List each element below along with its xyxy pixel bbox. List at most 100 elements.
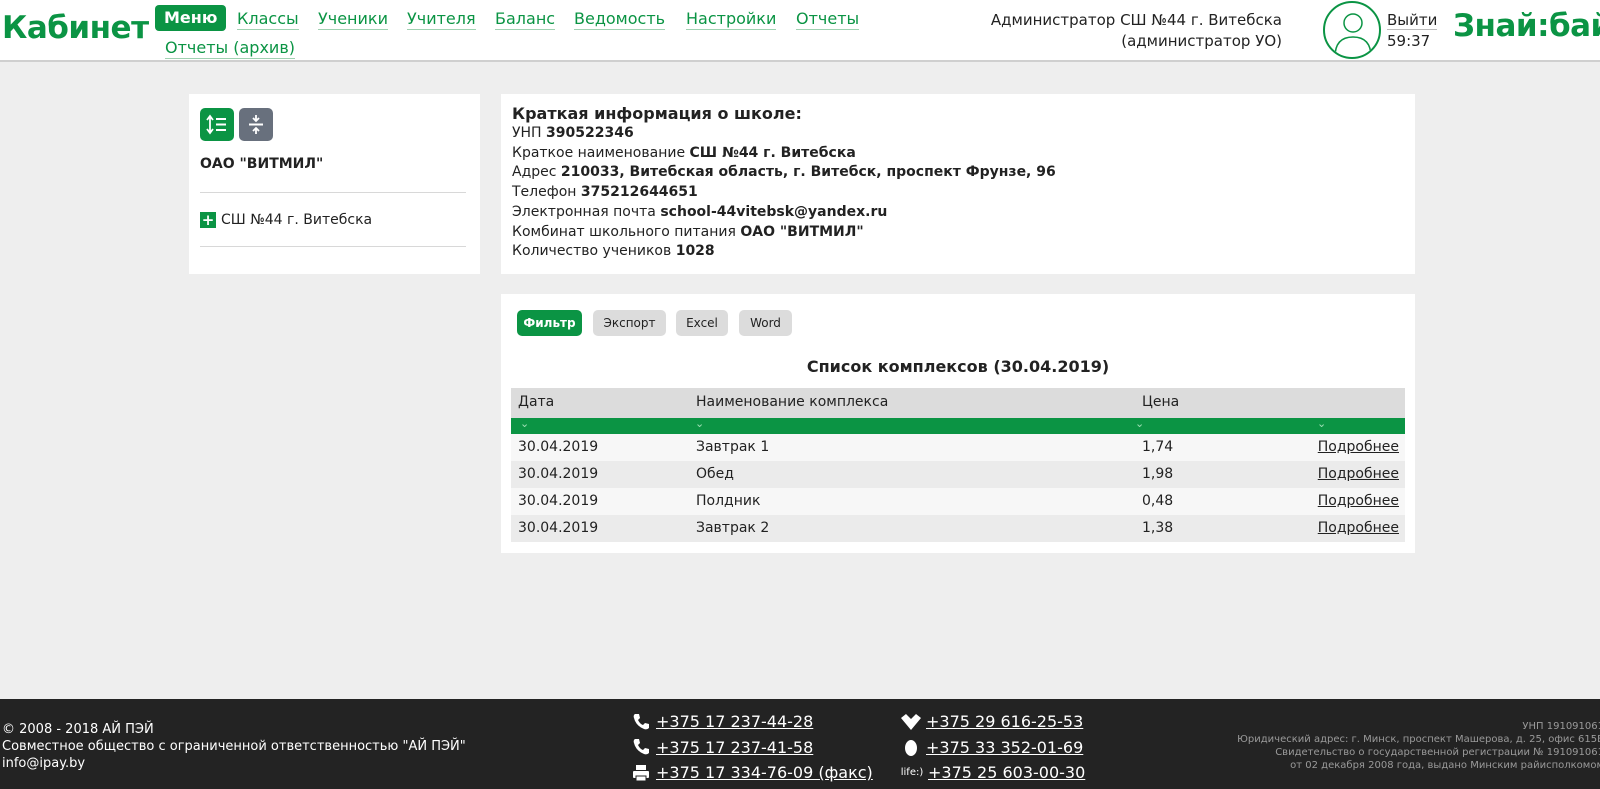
phone-icon bbox=[628, 737, 654, 757]
collapse-all-button[interactable] bbox=[239, 108, 273, 141]
footer-legal: УНП 191091061 Юридический адрес: г. Минс… bbox=[1237, 720, 1600, 772]
nav-students[interactable]: Ученики bbox=[318, 9, 388, 30]
legal-line: Юридический адрес: г. Минск, проспект Ма… bbox=[1237, 734, 1600, 745]
complex-list-panel: Фильтр Экспорт Excel Word Список комплек… bbox=[501, 294, 1415, 553]
legal-line: УНП 191091061 bbox=[1522, 721, 1600, 732]
nav-balance[interactable]: Баланс bbox=[495, 9, 556, 30]
brand-title: Кабинет bbox=[2, 10, 149, 46]
tree-root-label[interactable]: ОАО "ВИТМИЛ" bbox=[200, 156, 323, 172]
nav-menu[interactable]: Меню bbox=[155, 5, 227, 31]
cell-price: 0,48 bbox=[1142, 493, 1174, 509]
school-info-panel: Краткая информация о школе: УНП 39052234… bbox=[501, 94, 1415, 274]
export-button[interactable]: Экспорт bbox=[593, 310, 666, 336]
table-row: 30.04.2019 Полдник 0,48 Подробнее bbox=[511, 488, 1405, 515]
info-row-unp: УНП 390522346 bbox=[512, 125, 634, 141]
velcom-icon bbox=[898, 712, 924, 732]
table-row: 30.04.2019 Обед 1,98 Подробнее bbox=[511, 461, 1405, 488]
nav-reports-archive[interactable]: Отчеты (архив) bbox=[165, 38, 295, 59]
user-role: (администратор УО) bbox=[1121, 32, 1282, 50]
excel-button[interactable]: Excel bbox=[676, 310, 728, 336]
nav-settings[interactable]: Настройки bbox=[686, 9, 777, 30]
nav-reports[interactable]: Отчеты bbox=[796, 9, 860, 30]
divider bbox=[200, 246, 466, 247]
copyright: © 2008 - 2018 АЙ ПЭЙ bbox=[2, 722, 154, 737]
footer: © 2008 - 2018 АЙ ПЭЙ Совместное общество… bbox=[0, 699, 1600, 789]
legal-line: Свидетельство о государственной регистра… bbox=[1275, 747, 1600, 758]
footer-phones-mobile: +375 29 616-25-53 +375 33 352-01-69 life… bbox=[898, 709, 1086, 786]
phone-link[interactable]: +375 17 237-41-58 bbox=[656, 735, 813, 761]
expand-plus-icon[interactable]: + bbox=[200, 212, 216, 228]
nav-teachers[interactable]: Учителя bbox=[407, 9, 476, 30]
chevron-down-icon[interactable]: ⌄ bbox=[520, 417, 529, 430]
info-row-address: Адрес 210033, Витебская область, г. Вите… bbox=[512, 164, 1056, 181]
info-title: Краткая информация о школе: bbox=[512, 104, 802, 123]
user-info: Администратор СШ №44 г. Витебска (админи… bbox=[991, 10, 1282, 52]
cell-date: 30.04.2019 bbox=[518, 466, 599, 482]
session-timer: 59:37 bbox=[1387, 32, 1431, 50]
printer-fax-icon bbox=[628, 763, 654, 783]
legal-line: от 02 декабря 2008 года, выдано Минским … bbox=[1290, 760, 1600, 771]
info-row-phone: Телефон 375212644651 bbox=[512, 184, 698, 201]
tree-node-school[interactable]: + СШ №44 г. Витебска bbox=[200, 212, 372, 228]
phone-link[interactable]: +375 17 237-44-28 bbox=[656, 709, 813, 735]
avatar[interactable] bbox=[1323, 1, 1381, 59]
top-header: Кабинет Меню Классы Ученики Учителя Бала… bbox=[0, 0, 1600, 62]
cell-date: 30.04.2019 bbox=[518, 493, 599, 509]
expand-list-icon bbox=[206, 114, 226, 135]
tree-node-label[interactable]: СШ №44 г. Витебска bbox=[221, 212, 372, 228]
table-body: 30.04.2019 Завтрак 1 1,74 Подробнее 30.0… bbox=[511, 434, 1405, 542]
phone-link[interactable]: +375 29 616-25-53 bbox=[926, 709, 1083, 735]
company-name: Совместное общество с ограниченной ответ… bbox=[2, 739, 466, 754]
chevron-down-icon[interactable]: ⌄ bbox=[1135, 417, 1144, 430]
chevron-down-icon[interactable]: ⌄ bbox=[1317, 417, 1326, 430]
life-icon: life:) bbox=[900, 767, 924, 778]
cell-name: Полдник bbox=[696, 493, 761, 509]
cell-name: Завтрак 1 bbox=[696, 439, 770, 455]
column-header-price[interactable]: Цена bbox=[1142, 394, 1179, 410]
info-row-catering: Комбинат школьного питания ОАО "ВИТМИЛ" bbox=[512, 223, 864, 240]
user-name: Администратор СШ №44 г. Витебска bbox=[990, 11, 1282, 29]
info-row-email: Электронная почта school-44vitebsk@yande… bbox=[512, 203, 888, 220]
details-link[interactable]: Подробнее bbox=[1318, 466, 1399, 482]
cell-price: 1,98 bbox=[1142, 466, 1174, 482]
details-link[interactable]: Подробнее bbox=[1318, 520, 1399, 536]
complex-table: Дата Наименование комплекса Цена ⌄ ⌄ ⌄ ⌄… bbox=[511, 388, 1405, 542]
footer-company-info: © 2008 - 2018 АЙ ПЭЙ Совместное общество… bbox=[2, 721, 466, 772]
filter-button[interactable]: Фильтр bbox=[517, 310, 582, 336]
phone-icon bbox=[628, 712, 654, 732]
table-row: 30.04.2019 Завтрак 2 1,38 Подробнее bbox=[511, 515, 1405, 542]
table-title: Список комплексов (30.04.2019) bbox=[806, 357, 1110, 376]
column-header-name[interactable]: Наименование комплекса bbox=[696, 394, 888, 410]
nav-classes[interactable]: Классы bbox=[237, 9, 299, 30]
footer-phones-landline: +375 17 237-44-28 +375 17 237-41-58 +375… bbox=[628, 709, 873, 786]
organization-tree-panel: ОАО "ВИТМИЛ" + СШ №44 г. Витебска bbox=[189, 94, 480, 274]
table-header: Дата Наименование комплекса Цена bbox=[511, 388, 1405, 418]
collapse-icon bbox=[249, 115, 263, 134]
mts-egg-icon bbox=[898, 737, 924, 757]
logout-button[interactable]: Выйти bbox=[1387, 11, 1438, 30]
cell-date: 30.04.2019 bbox=[518, 439, 599, 455]
divider bbox=[200, 192, 466, 193]
cell-name: Завтрак 2 bbox=[696, 520, 770, 536]
column-header-date[interactable]: Дата bbox=[518, 394, 554, 410]
logout-block: Выйти 59:37 bbox=[1387, 10, 1438, 52]
user-avatar-icon bbox=[1334, 13, 1372, 57]
logo: Знай:бай bbox=[1453, 8, 1600, 44]
cell-price: 1,74 bbox=[1142, 439, 1174, 455]
phone-link[interactable]: +375 33 352-01-69 bbox=[926, 735, 1083, 761]
fax-link[interactable]: +375 17 334-76-09 (факс) bbox=[656, 760, 873, 786]
filter-row: ⌄ ⌄ ⌄ ⌄ bbox=[511, 417, 1405, 434]
table-row: 30.04.2019 Завтрак 1 1,74 Подробнее bbox=[511, 434, 1405, 461]
chevron-down-icon[interactable]: ⌄ bbox=[695, 417, 704, 430]
cell-date: 30.04.2019 bbox=[518, 520, 599, 536]
phone-link[interactable]: +375 25 603-00-30 bbox=[928, 760, 1085, 786]
cell-price: 1,38 bbox=[1142, 520, 1174, 536]
cell-name: Обед bbox=[696, 466, 734, 482]
expand-all-button[interactable] bbox=[200, 108, 234, 141]
nav-statement[interactable]: Ведомость bbox=[574, 9, 666, 30]
details-link[interactable]: Подробнее bbox=[1318, 493, 1399, 509]
info-row-students-count: Количество учеников 1028 bbox=[512, 243, 715, 260]
word-button[interactable]: Word bbox=[739, 310, 792, 336]
details-link[interactable]: Подробнее bbox=[1318, 439, 1399, 455]
footer-email[interactable]: info@ipay.by bbox=[2, 755, 466, 772]
